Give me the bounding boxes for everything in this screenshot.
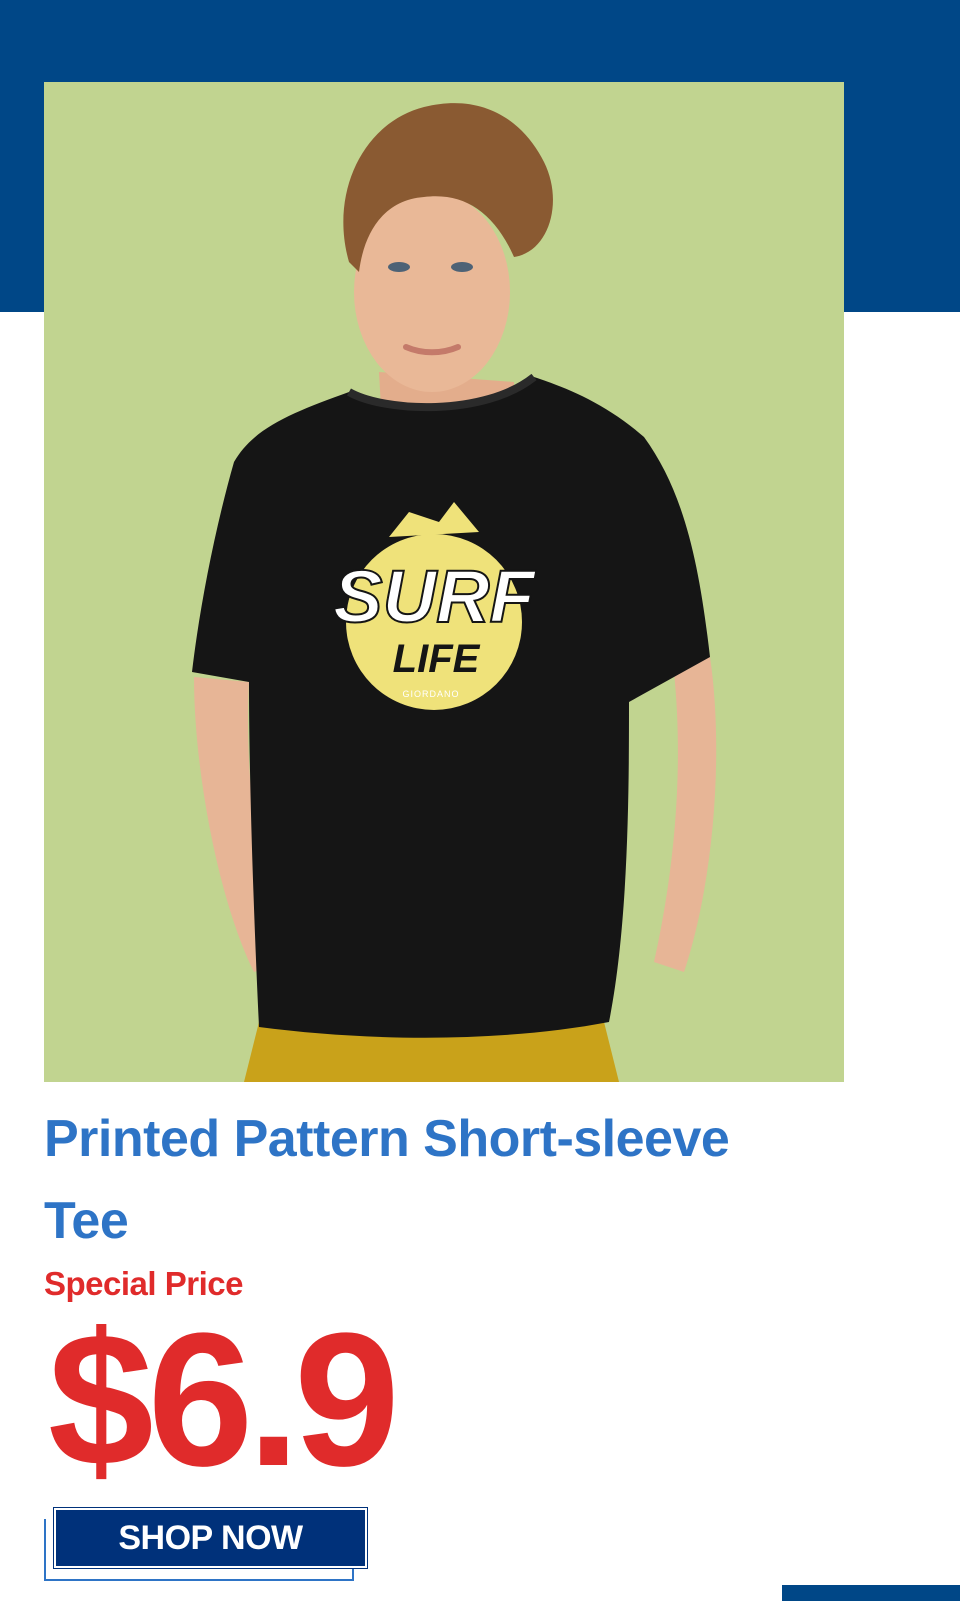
bottom-corner-band — [782, 1585, 960, 1601]
product-photo[interactable]: SURF LIFE GIORDANO — [44, 82, 844, 1082]
product-title-line-1: Printed Pattern Short-sleeve — [44, 1110, 730, 1168]
price-value: $6.9 — [48, 1294, 400, 1506]
model-illustration: SURF LIFE GIORDANO — [44, 82, 844, 1082]
shop-now-button[interactable]: SHOP NOW — [54, 1508, 367, 1568]
product-title-line-2: Tee — [44, 1192, 129, 1250]
print-text-surf: SURF — [333, 555, 536, 638]
print-brand: GIORDANO — [402, 689, 459, 699]
model-face — [354, 192, 510, 392]
product-title: Printed Pattern Short-sleeve Tee — [44, 1098, 844, 1262]
print-text-life: LIFE — [393, 637, 481, 681]
